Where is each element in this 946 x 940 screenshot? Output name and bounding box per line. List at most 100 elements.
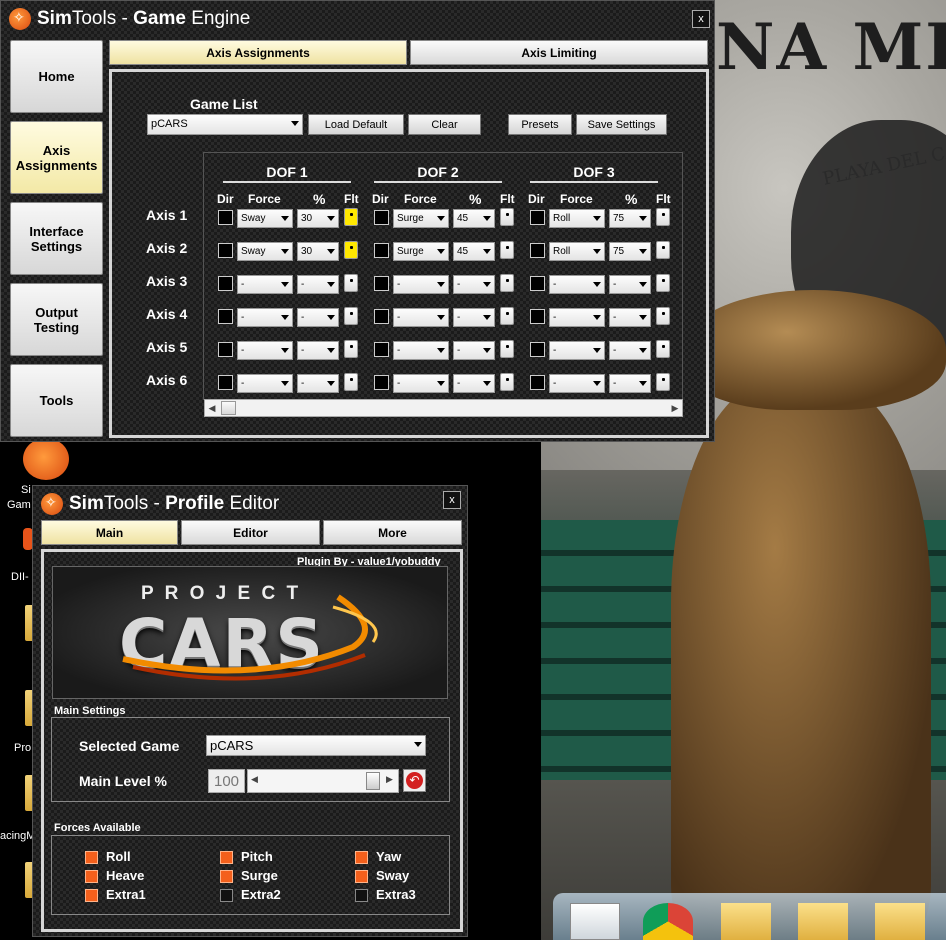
- force-select[interactable]: -: [237, 308, 293, 327]
- filter-toggle-button[interactable]: [500, 274, 514, 292]
- filter-toggle-button[interactable]: [500, 373, 514, 391]
- filter-toggle-button[interactable]: [344, 307, 358, 325]
- percent-select[interactable]: 30: [297, 209, 339, 228]
- dir-checkbox[interactable]: [530, 243, 545, 258]
- force-select[interactable]: -: [549, 308, 605, 327]
- percent-select[interactable]: -: [297, 275, 339, 294]
- slider-thumb[interactable]: [366, 772, 380, 790]
- percent-select[interactable]: -: [453, 275, 495, 294]
- percent-select[interactable]: 75: [609, 209, 651, 228]
- force-checkbox[interactable]: [220, 870, 233, 883]
- folder-icon[interactable]: [875, 903, 925, 940]
- folder-icon[interactable]: [798, 903, 848, 940]
- percent-select[interactable]: 30: [297, 242, 339, 261]
- force-checkbox[interactable]: [220, 851, 233, 864]
- slider-left-icon[interactable]: ◀: [251, 774, 258, 785]
- force-select[interactable]: -: [393, 275, 449, 294]
- percent-select[interactable]: 75: [609, 242, 651, 261]
- percent-select[interactable]: -: [453, 374, 495, 393]
- scrollbar-thumb[interactable]: [221, 401, 236, 415]
- dir-checkbox[interactable]: [218, 375, 233, 390]
- dir-checkbox[interactable]: [530, 375, 545, 390]
- percent-select[interactable]: -: [609, 341, 651, 360]
- dir-checkbox[interactable]: [374, 210, 389, 225]
- force-select[interactable]: Roll: [549, 242, 605, 261]
- sidebar-item-home[interactable]: Home: [10, 40, 103, 113]
- force-select[interactable]: -: [237, 275, 293, 294]
- percent-select[interactable]: 45: [453, 242, 495, 261]
- close-button[interactable]: x: [692, 10, 710, 28]
- force-checkbox[interactable]: [85, 870, 98, 883]
- dir-checkbox[interactable]: [530, 309, 545, 324]
- dir-checkbox[interactable]: [530, 342, 545, 357]
- dir-checkbox[interactable]: [218, 210, 233, 225]
- save-settings-button[interactable]: Save Settings: [576, 114, 667, 135]
- force-select[interactable]: -: [237, 341, 293, 360]
- force-select[interactable]: Sway: [237, 209, 293, 228]
- sidebar-item-tools[interactable]: Tools: [10, 364, 103, 437]
- percent-select[interactable]: -: [609, 275, 651, 294]
- force-select[interactable]: Sway: [237, 242, 293, 261]
- filter-toggle-button[interactable]: [344, 373, 358, 391]
- dir-checkbox[interactable]: [218, 243, 233, 258]
- filter-toggle-button[interactable]: [344, 241, 358, 259]
- dir-checkbox[interactable]: [374, 375, 389, 390]
- desktop-icon-simtools[interactable]: [23, 438, 69, 480]
- tab-main[interactable]: Main: [41, 520, 178, 545]
- filter-toggle-button[interactable]: [500, 208, 514, 226]
- percent-select[interactable]: -: [297, 374, 339, 393]
- dir-checkbox[interactable]: [218, 309, 233, 324]
- filter-toggle-button[interactable]: [344, 340, 358, 358]
- filter-toggle-button[interactable]: [656, 274, 670, 292]
- filter-toggle-button[interactable]: [656, 307, 670, 325]
- game-list-select[interactable]: pCARS: [147, 114, 303, 135]
- folder-icon[interactable]: [721, 903, 771, 940]
- slider-right-icon[interactable]: ▶: [386, 774, 393, 785]
- scroll-right-icon[interactable]: ▶: [668, 400, 682, 416]
- filter-toggle-button[interactable]: [500, 307, 514, 325]
- dir-checkbox[interactable]: [530, 210, 545, 225]
- force-checkbox[interactable]: [220, 889, 233, 902]
- reset-level-button[interactable]: ↶: [403, 769, 426, 792]
- tab-axis-assignments[interactable]: Axis Assignments: [109, 40, 407, 65]
- scroll-left-icon[interactable]: ◀: [205, 400, 219, 416]
- tab-more[interactable]: More: [323, 520, 462, 545]
- force-checkbox[interactable]: [85, 851, 98, 864]
- filter-toggle-button[interactable]: [656, 241, 670, 259]
- filter-toggle-button[interactable]: [656, 208, 670, 226]
- dir-checkbox[interactable]: [374, 309, 389, 324]
- force-checkbox[interactable]: [355, 851, 368, 864]
- filter-toggle-button[interactable]: [500, 241, 514, 259]
- dir-checkbox[interactable]: [374, 276, 389, 291]
- force-select[interactable]: -: [393, 374, 449, 393]
- force-checkbox[interactable]: [355, 889, 368, 902]
- presets-button[interactable]: Presets: [508, 114, 572, 135]
- chrome-icon[interactable]: [643, 903, 693, 940]
- force-select[interactable]: -: [549, 374, 605, 393]
- percent-select[interactable]: -: [297, 308, 339, 327]
- force-select[interactable]: -: [393, 341, 449, 360]
- sidebar-item-axis-assignments[interactable]: Axis Assignments: [10, 121, 103, 194]
- force-select[interactable]: -: [549, 275, 605, 294]
- percent-select[interactable]: -: [453, 341, 495, 360]
- dir-checkbox[interactable]: [218, 342, 233, 357]
- main-level-slider[interactable]: ◀ ▶: [247, 769, 399, 793]
- horizontal-scrollbar[interactable]: ◀ ▶: [204, 399, 683, 417]
- sidebar-item-output-testing[interactable]: Output Testing: [10, 283, 103, 356]
- main-level-value[interactable]: 100: [208, 769, 245, 793]
- clear-button[interactable]: Clear: [408, 114, 481, 135]
- force-select[interactable]: -: [237, 374, 293, 393]
- dir-checkbox[interactable]: [530, 276, 545, 291]
- percent-select[interactable]: 45: [453, 209, 495, 228]
- force-checkbox[interactable]: [355, 870, 368, 883]
- filter-toggle-button[interactable]: [500, 340, 514, 358]
- close-button[interactable]: x: [443, 491, 461, 509]
- notepad-icon[interactable]: [570, 903, 620, 940]
- percent-select[interactable]: -: [609, 308, 651, 327]
- filter-toggle-button[interactable]: [344, 274, 358, 292]
- dir-checkbox[interactable]: [218, 276, 233, 291]
- force-select[interactable]: Surge: [393, 209, 449, 228]
- sidebar-item-interface-settings[interactable]: Interface Settings: [10, 202, 103, 275]
- percent-select[interactable]: -: [453, 308, 495, 327]
- percent-select[interactable]: -: [297, 341, 339, 360]
